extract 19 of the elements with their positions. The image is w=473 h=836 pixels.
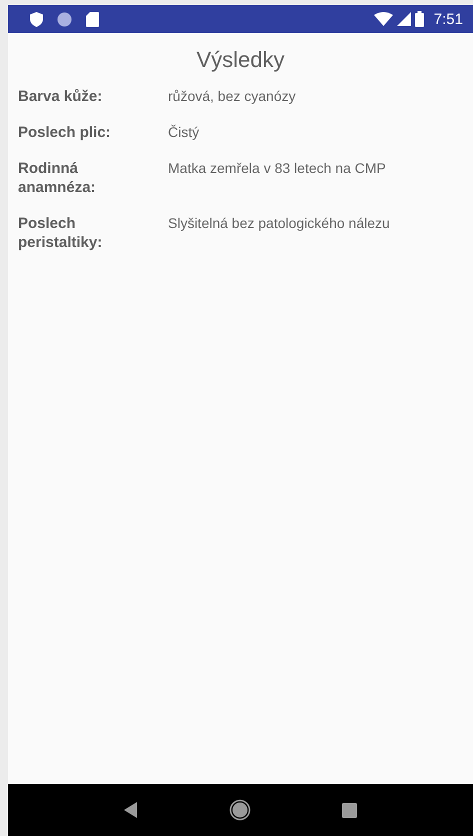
wifi-icon: [374, 12, 393, 26]
result-value: Čistý: [168, 123, 200, 142]
result-value: Matka zemřela v 83 letech na CMP: [168, 159, 386, 178]
recents-icon[interactable]: [342, 802, 358, 818]
result-label: Poslech plic:: [18, 123, 112, 142]
battery-icon: [414, 11, 424, 27]
result-label: Barva kůže:: [18, 87, 104, 106]
sd-card-icon: [86, 12, 99, 26]
circle-icon: [57, 12, 72, 26]
result-value: růžová, bez cyanózy: [168, 87, 296, 106]
result-label: Poslech peristaltiky:: [18, 214, 104, 252]
shield-icon: [30, 12, 43, 26]
result-label: Rodinná anamnéza:: [18, 159, 97, 197]
back-icon[interactable]: [124, 802, 138, 818]
result-value: Slyšitelná bez patologického nálezu: [168, 214, 390, 233]
signal-icon: [396, 12, 411, 26]
clock: 7:51: [434, 10, 463, 28]
home-icon[interactable]: [228, 799, 251, 821]
page-title: Výsledky: [195, 46, 286, 74]
